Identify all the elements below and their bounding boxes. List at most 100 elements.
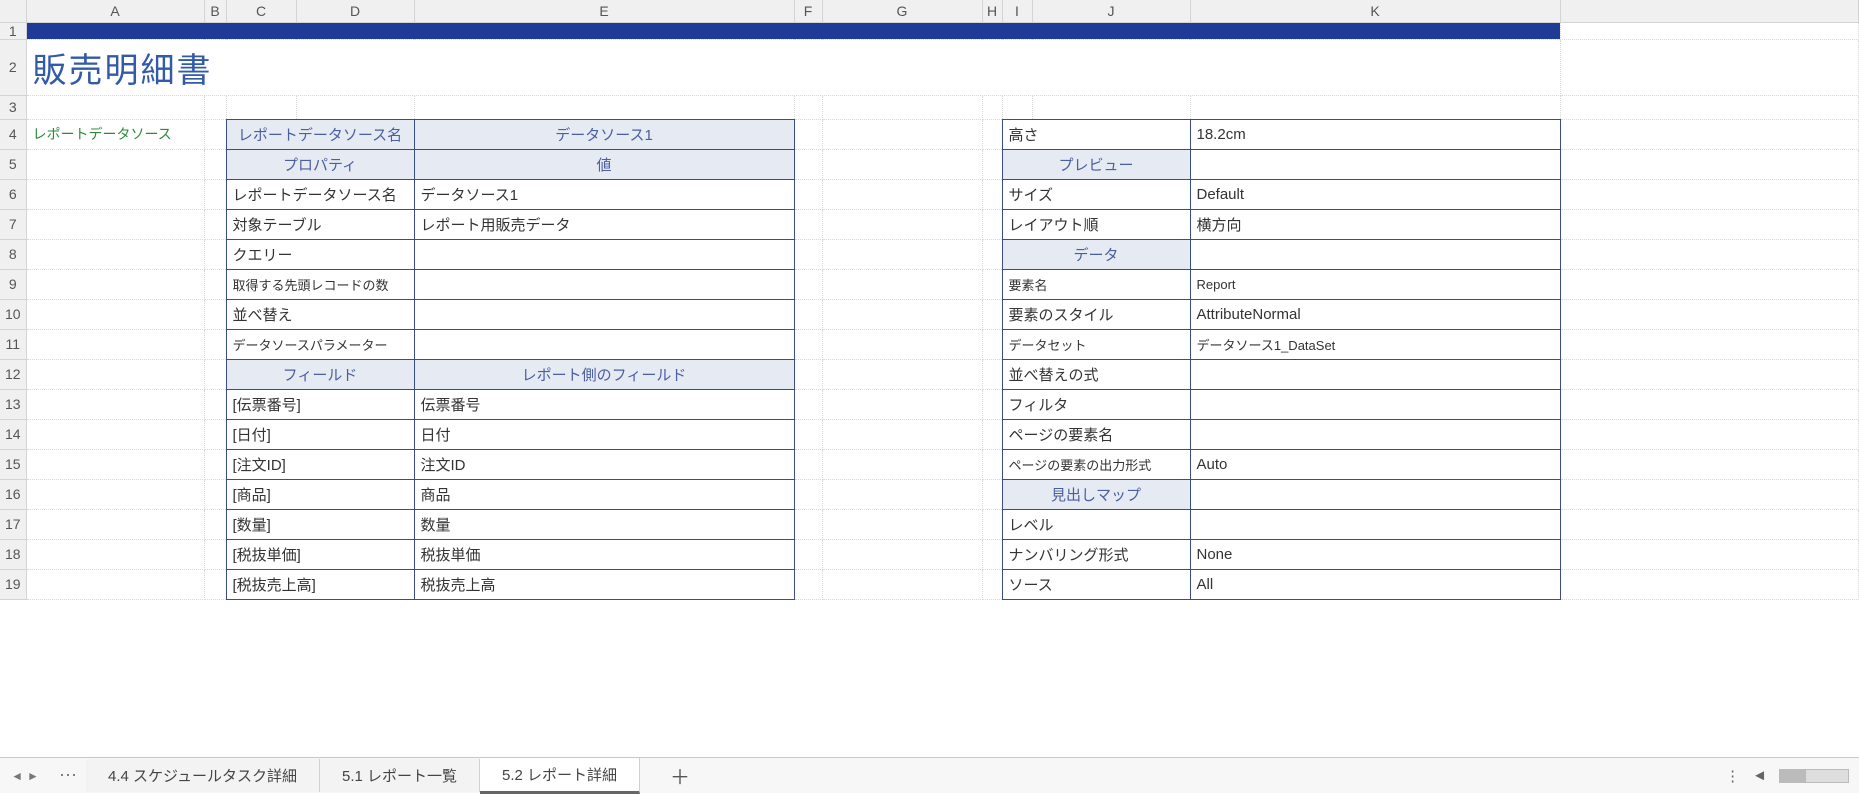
field-name[interactable]: [税抜売上高] xyxy=(226,569,414,599)
cell[interactable] xyxy=(822,389,982,419)
col-header[interactable]: B xyxy=(204,0,226,22)
cell[interactable] xyxy=(1560,179,1859,209)
prop-value[interactable]: Auto xyxy=(1190,449,1560,479)
cell[interactable] xyxy=(982,269,1002,299)
col-header[interactable]: I xyxy=(1002,0,1032,22)
prop-value[interactable] xyxy=(414,239,794,269)
prop-value[interactable] xyxy=(414,299,794,329)
cell[interactable] xyxy=(1560,209,1859,239)
cell[interactable] xyxy=(982,569,1002,599)
prop-value[interactable] xyxy=(1190,239,1560,269)
cell[interactable] xyxy=(794,209,822,239)
prop-value[interactable]: None xyxy=(1190,539,1560,569)
cell[interactable] xyxy=(1560,479,1859,509)
cell[interactable] xyxy=(822,269,982,299)
row-header[interactable]: 11 xyxy=(0,329,26,359)
cell[interactable] xyxy=(204,389,226,419)
prop-name[interactable]: 要素名 xyxy=(1002,269,1190,299)
cell[interactable] xyxy=(794,149,822,179)
cell[interactable] xyxy=(1560,239,1859,269)
cell[interactable] xyxy=(1560,329,1859,359)
row-header[interactable]: 14 xyxy=(0,419,26,449)
field-value[interactable]: 税抜売上高 xyxy=(414,569,794,599)
cell[interactable] xyxy=(822,539,982,569)
cell[interactable] xyxy=(982,389,1002,419)
cell[interactable] xyxy=(26,479,204,509)
cell[interactable] xyxy=(794,359,822,389)
cell[interactable] xyxy=(1002,95,1032,119)
cell[interactable] xyxy=(26,179,204,209)
cell[interactable] xyxy=(982,359,1002,389)
cell[interactable] xyxy=(204,269,226,299)
cell[interactable] xyxy=(982,209,1002,239)
property-header[interactable]: プロパティ xyxy=(226,149,414,179)
prop-name[interactable]: レベル xyxy=(1002,509,1190,539)
sheet-tab[interactable]: 5.1 レポート一覧 xyxy=(320,759,480,792)
col-header[interactable]: H xyxy=(982,0,1002,22)
cell[interactable] xyxy=(794,449,822,479)
cell[interactable] xyxy=(26,149,204,179)
cell[interactable] xyxy=(204,539,226,569)
tab-overflow-menu[interactable]: ⋯ xyxy=(50,765,86,786)
prop-value[interactable]: 18.2cm xyxy=(1190,119,1560,149)
prop-name[interactable]: 高さ xyxy=(1002,119,1190,149)
col-header[interactable]: A xyxy=(26,0,204,22)
cell[interactable] xyxy=(1560,359,1859,389)
cell[interactable] xyxy=(794,95,822,119)
row-header[interactable]: 8 xyxy=(0,239,26,269)
side-label-cell[interactable]: レポートデータソース xyxy=(26,119,204,149)
cell[interactable] xyxy=(204,119,226,149)
row-header[interactable]: 5 xyxy=(0,149,26,179)
sheet-tab-active[interactable]: 5.2 レポート詳細 xyxy=(480,758,640,794)
prop-value[interactable] xyxy=(1190,149,1560,179)
prop-name[interactable]: データソースパラメーター xyxy=(226,329,414,359)
datasource-name-header[interactable]: レポートデータソース名 xyxy=(226,119,414,149)
cell[interactable] xyxy=(822,149,982,179)
row-header[interactable]: 3 xyxy=(0,95,26,119)
row-header[interactable]: 4 xyxy=(0,119,26,149)
value-header[interactable]: 値 xyxy=(414,149,794,179)
cell[interactable] xyxy=(204,569,226,599)
cell[interactable] xyxy=(1032,95,1190,119)
prop-name[interactable]: レポートデータソース名 xyxy=(226,179,414,209)
cell[interactable] xyxy=(26,539,204,569)
prop-value[interactable] xyxy=(1190,359,1560,389)
cell[interactable] xyxy=(1560,149,1859,179)
cell[interactable] xyxy=(982,149,1002,179)
cell[interactable] xyxy=(204,419,226,449)
vertical-dots-icon[interactable]: ⋮ xyxy=(1725,767,1740,785)
cell[interactable] xyxy=(26,95,204,119)
prop-name[interactable]: 要素のスタイル xyxy=(1002,299,1190,329)
cell[interactable] xyxy=(822,179,982,209)
report-field-header[interactable]: レポート側のフィールド xyxy=(414,359,794,389)
prop-name[interactable]: ソース xyxy=(1002,569,1190,599)
field-value[interactable]: 注文ID xyxy=(414,449,794,479)
page-title-cell[interactable]: 販売明細書 xyxy=(26,39,1560,95)
cell[interactable] xyxy=(204,95,226,119)
prop-name[interactable]: ページの要素の出力形式 xyxy=(1002,449,1190,479)
prop-value[interactable]: レポート用販売データ xyxy=(414,209,794,239)
cell[interactable] xyxy=(822,449,982,479)
cell[interactable] xyxy=(982,449,1002,479)
col-header[interactable]: K xyxy=(1190,0,1560,22)
horizontal-scrollbar[interactable] xyxy=(1779,769,1849,783)
cell[interactable] xyxy=(204,509,226,539)
row-header[interactable]: 17 xyxy=(0,509,26,539)
col-header[interactable]: J xyxy=(1032,0,1190,22)
prop-value[interactable]: データソース1_DataSet xyxy=(1190,329,1560,359)
cell[interactable] xyxy=(1560,449,1859,479)
field-value[interactable]: 税抜単価 xyxy=(414,539,794,569)
cell[interactable] xyxy=(822,95,982,119)
cell[interactable] xyxy=(982,95,1002,119)
field-value[interactable]: 日付 xyxy=(414,419,794,449)
prop-value[interactable] xyxy=(1190,479,1560,509)
prop-name[interactable]: 並べ替えの式 xyxy=(1002,359,1190,389)
prop-value[interactable]: Report xyxy=(1190,269,1560,299)
prop-value[interactable] xyxy=(1190,509,1560,539)
col-header[interactable]: C xyxy=(226,0,296,22)
cell[interactable] xyxy=(794,389,822,419)
field-name[interactable]: [商品] xyxy=(226,479,414,509)
prop-value[interactable]: データソース1 xyxy=(414,179,794,209)
prop-value[interactable] xyxy=(1190,389,1560,419)
row-header[interactable]: 7 xyxy=(0,209,26,239)
